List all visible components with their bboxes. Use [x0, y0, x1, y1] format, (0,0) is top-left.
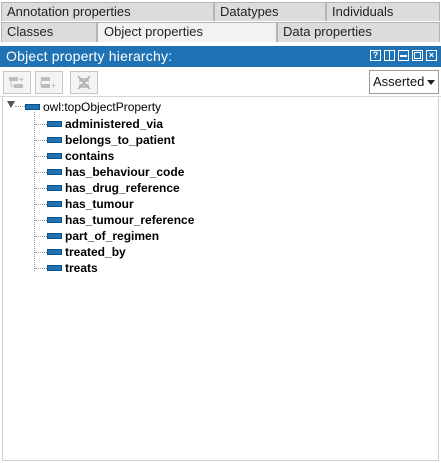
- tab-individuals[interactable]: Individuals: [326, 2, 440, 21]
- object-property-icon: [47, 121, 62, 127]
- object-property-icon: [47, 217, 62, 223]
- tree-node[interactable]: has_drug_reference: [47, 180, 180, 196]
- tab-object-properties[interactable]: Object properties: [97, 22, 277, 42]
- tree-node-label: has_drug_reference: [65, 181, 180, 195]
- object-property-icon: [47, 169, 62, 175]
- svg-text:+: +: [51, 81, 56, 90]
- hierarchy-mode-select[interactable]: Asserted: [369, 70, 439, 94]
- view-header-buttons: ? ×: [370, 50, 437, 61]
- close-icon[interactable]: ×: [426, 50, 437, 61]
- child-connector: [35, 156, 47, 157]
- object-property-icon: [47, 185, 62, 191]
- tab-data-properties[interactable]: Data properties: [277, 22, 440, 42]
- child-connector: [35, 140, 47, 141]
- split-icon[interactable]: [384, 50, 395, 61]
- tab-classes[interactable]: Classes: [1, 22, 97, 42]
- add-sibling-property-icon: +: [40, 77, 56, 90]
- child-connector: [35, 252, 47, 253]
- object-property-icon: [47, 233, 62, 239]
- child-connector: [35, 236, 47, 237]
- tree-node-label: owl:topObjectProperty: [43, 100, 162, 114]
- collapse-toggle-icon[interactable]: [7, 101, 15, 108]
- object-property-icon: [25, 104, 40, 110]
- object-property-icon: [47, 265, 62, 271]
- tree-node-label: contains: [65, 149, 115, 163]
- tree-guide-line: [34, 112, 35, 271]
- help-icon[interactable]: ?: [370, 50, 381, 61]
- child-connector: [35, 220, 47, 221]
- tab-row-top: Annotation properties Datatypes Individu…: [0, 2, 441, 22]
- tree-node-label: has_tumour: [65, 197, 134, 211]
- tree-node[interactable]: administered_via: [47, 116, 163, 132]
- tree-node[interactable]: contains: [47, 148, 114, 164]
- child-connector: [35, 172, 47, 173]
- tab-row-bottom: Classes Object properties Data propertie…: [0, 22, 441, 42]
- child-connector: [35, 188, 47, 189]
- add-sibling-property-button[interactable]: +: [35, 71, 63, 94]
- tab-annotation-properties[interactable]: Annotation properties: [1, 2, 214, 21]
- root-connector: [15, 106, 25, 107]
- tree-node[interactable]: has_tumour: [47, 196, 134, 212]
- tree-node-label: treated_by: [65, 245, 126, 259]
- add-subproperty-icon: +: [9, 75, 24, 88]
- maximize-icon[interactable]: [412, 50, 423, 61]
- view-title: Object property hierarchy:: [6, 48, 173, 64]
- delete-property-icon: [77, 75, 91, 90]
- delete-property-button[interactable]: [70, 71, 98, 94]
- tab-datatypes[interactable]: Datatypes: [214, 2, 326, 21]
- tree-node-label: has_behaviour_code: [65, 165, 185, 179]
- tree-node-label: treats: [65, 261, 98, 275]
- view-header: Object property hierarchy: ? ×: [0, 46, 441, 67]
- tree-node[interactable]: has_behaviour_code: [47, 164, 184, 180]
- tree-node-label: administered_via: [65, 117, 164, 131]
- minimize-icon[interactable]: [398, 50, 409, 61]
- object-property-icon: [47, 249, 62, 255]
- hierarchy-mode-value: Asserted: [373, 74, 425, 89]
- chevron-down-icon: [427, 80, 435, 85]
- tree-node-root[interactable]: owl:topObjectProperty: [25, 99, 161, 115]
- object-property-icon: [47, 201, 62, 207]
- object-property-tree-panel[interactable]: owl:topObjectProperty administered_via b…: [2, 97, 439, 461]
- tree-node-label: has_tumour_reference: [65, 213, 195, 227]
- tree-node[interactable]: has_tumour_reference: [47, 212, 194, 228]
- add-subproperty-button[interactable]: +: [3, 71, 31, 94]
- child-connector: [35, 268, 47, 269]
- child-connector: [35, 204, 47, 205]
- tree-node[interactable]: treated_by: [47, 244, 126, 260]
- svg-text:+: +: [19, 75, 24, 84]
- object-property-icon: [47, 153, 62, 159]
- object-property-icon: [47, 137, 62, 143]
- tree-node-label: part_of_regimen: [65, 229, 160, 243]
- tree-node[interactable]: part_of_regimen: [47, 228, 159, 244]
- tree-node-label: belongs_to_patient: [65, 133, 176, 147]
- child-connector: [35, 124, 47, 125]
- tree-node[interactable]: treats: [47, 260, 98, 276]
- tree-node[interactable]: belongs_to_patient: [47, 132, 175, 148]
